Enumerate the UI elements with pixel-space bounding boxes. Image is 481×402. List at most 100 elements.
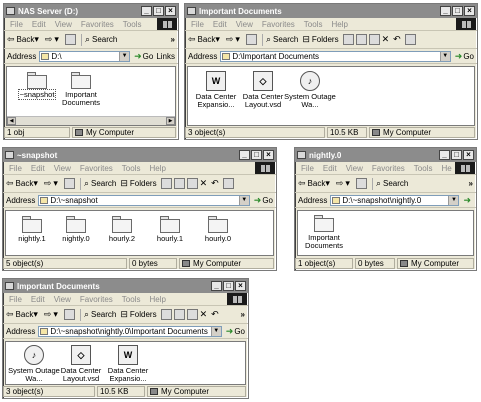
forward-button[interactable]: ⇨ ▾ [44, 178, 60, 189]
folders-button[interactable]: ⊟ Folders [120, 309, 156, 320]
maximize-icon[interactable]: □ [451, 150, 462, 160]
menu-tools[interactable]: Tools [123, 20, 142, 29]
menu-view[interactable]: View [236, 20, 253, 29]
move-to-icon[interactable] [173, 309, 185, 320]
back-button[interactable]: ⇦ Back ▾ [298, 178, 332, 189]
up-folder-icon[interactable] [63, 178, 75, 189]
file-item[interactable]: ♪ System Outage Wa... [284, 71, 336, 109]
menu-help[interactable]: Help [149, 295, 165, 304]
maximize-icon[interactable]: □ [251, 150, 262, 160]
menu-view[interactable]: View [54, 164, 71, 173]
go-button[interactable]: ➜ Go [254, 195, 273, 206]
menu-file[interactable]: File [10, 20, 23, 29]
minimize-icon[interactable]: _ [440, 6, 451, 16]
menu-edit[interactable]: Edit [31, 164, 45, 173]
address-field[interactable]: D:\~snapshot ▼ [38, 194, 250, 206]
menu-help[interactable]: Help [149, 164, 165, 173]
file-list-pane[interactable]: Important Documents [297, 210, 474, 256]
delete-icon[interactable]: ✕ [200, 309, 208, 320]
maximize-icon[interactable]: □ [452, 6, 463, 16]
menu-edit[interactable]: Edit [323, 164, 337, 173]
file-list-pane[interactable]: nightly.1 nightly.0 hourly.2 hourly.1 ho… [5, 210, 274, 256]
menu-file[interactable]: File [9, 295, 22, 304]
title-bar[interactable]: nightly.0 _ □ × [295, 148, 476, 162]
file-item[interactable]: W Data Center Expansio... [190, 71, 242, 109]
forward-button[interactable]: ⇨ ▾ [336, 178, 352, 189]
close-icon[interactable]: × [235, 281, 246, 291]
move-to-icon[interactable] [173, 178, 185, 189]
copy-to-icon[interactable] [368, 34, 380, 45]
close-icon[interactable]: × [464, 6, 475, 16]
undo-icon[interactable]: ↶ [211, 309, 219, 320]
back-button[interactable]: ⇦ Back ▾ [188, 34, 222, 45]
menu-tools[interactable]: Tools [304, 20, 323, 29]
folder-item[interactable]: nightly.0 [50, 216, 102, 243]
back-button[interactable]: ⇦ Back ▾ [6, 309, 40, 320]
chevron-down-icon[interactable]: ▼ [210, 326, 221, 336]
forward-button[interactable]: ⇨ ▾ [45, 34, 61, 45]
close-icon[interactable]: × [165, 6, 176, 16]
menu-view[interactable]: View [54, 295, 71, 304]
search-button[interactable]: ⌕ Search [85, 34, 117, 45]
menu-favorites[interactable]: Favorites [81, 20, 114, 29]
links-button[interactable]: Links [156, 52, 175, 61]
address-field[interactable]: D:\ ▼ [39, 50, 131, 62]
forward-button[interactable]: ⇨ ▾ [44, 309, 60, 320]
menu-favorites[interactable]: Favorites [262, 20, 295, 29]
file-list-pane[interactable]: ~snapshot Important Documents ◀ ▶ [6, 66, 176, 126]
menu-file[interactable]: File [191, 20, 204, 29]
search-button[interactable]: ⌕ Search [266, 34, 298, 45]
folder-item[interactable]: Important Documents [298, 215, 350, 250]
search-button[interactable]: ⌕ Search [376, 178, 408, 189]
folder-item[interactable]: hourly.2 [96, 216, 148, 243]
search-button[interactable]: ⌕ Search [84, 309, 116, 320]
go-button[interactable]: ➜ Go [455, 51, 474, 62]
menu-edit[interactable]: Edit [213, 20, 227, 29]
chevron-down-icon[interactable]: ▼ [238, 195, 249, 205]
close-icon[interactable]: × [463, 150, 474, 160]
folders-button[interactable]: ⊟ Folders [302, 34, 338, 45]
file-item[interactable]: W Data Center Expansio... [102, 345, 154, 383]
address-field[interactable]: D:\~snapshot\nightly.0\Important Documen… [38, 325, 222, 337]
toolbar-overflow-chevron[interactable]: » [469, 179, 473, 188]
menu-tools[interactable]: Tools [122, 164, 141, 173]
menu-favorites[interactable]: Favorites [372, 164, 405, 173]
horizontal-scrollbar[interactable]: ◀ ▶ [7, 116, 175, 125]
back-button[interactable]: ⇦ Back ▾ [7, 34, 41, 45]
menu-help[interactable]: He [441, 164, 451, 173]
menu-tools[interactable]: Tools [414, 164, 433, 173]
title-bar[interactable]: Important Documents _ □ × [185, 4, 477, 18]
go-button[interactable]: ➜ Go [226, 326, 245, 337]
menu-edit[interactable]: Edit [31, 295, 45, 304]
menu-view[interactable]: View [55, 20, 72, 29]
menu-file[interactable]: File [301, 164, 314, 173]
maximize-icon[interactable]: □ [223, 281, 234, 291]
menu-view[interactable]: View [346, 164, 363, 173]
forward-button[interactable]: ⇨ ▾ [226, 34, 242, 45]
copy-to-icon[interactable] [186, 309, 198, 320]
maximize-icon[interactable]: □ [153, 6, 164, 16]
chevron-down-icon[interactable]: ▼ [439, 51, 450, 61]
menu-favorites[interactable]: Favorites [80, 295, 113, 304]
up-folder-icon[interactable] [64, 34, 76, 45]
file-item[interactable]: ◇ Data Center Layout.vsd [237, 71, 289, 109]
folder-item[interactable]: hourly.0 [192, 216, 244, 243]
address-field[interactable]: D:\Important Documents ▼ [220, 50, 451, 62]
address-field[interactable]: D:\~snapshot\nightly.0 ▼ [330, 194, 460, 206]
delete-icon[interactable]: ✕ [200, 178, 208, 189]
file-list-pane[interactable]: ♪ System Outage Wa... ◇ Data Center Layo… [5, 341, 246, 385]
delete-icon[interactable]: ✕ [382, 34, 390, 45]
up-folder-icon[interactable] [355, 178, 367, 189]
history-icon[interactable] [160, 178, 172, 189]
toolbar-overflow-chevron[interactable]: » [171, 35, 175, 44]
scroll-left-icon[interactable]: ◀ [7, 117, 16, 125]
back-button[interactable]: ⇦ Back ▾ [6, 178, 40, 189]
file-item[interactable]: ◇ Data Center Layout.vsd [55, 345, 107, 383]
views-icon[interactable] [222, 178, 234, 189]
menu-tools[interactable]: Tools [122, 295, 141, 304]
copy-to-icon[interactable] [186, 178, 198, 189]
chevron-down-icon[interactable]: ▼ [448, 195, 459, 205]
folders-button[interactable]: ⊟ Folders [120, 178, 156, 189]
move-to-icon[interactable] [355, 34, 367, 45]
go-button[interactable]: ➜ [463, 195, 472, 206]
